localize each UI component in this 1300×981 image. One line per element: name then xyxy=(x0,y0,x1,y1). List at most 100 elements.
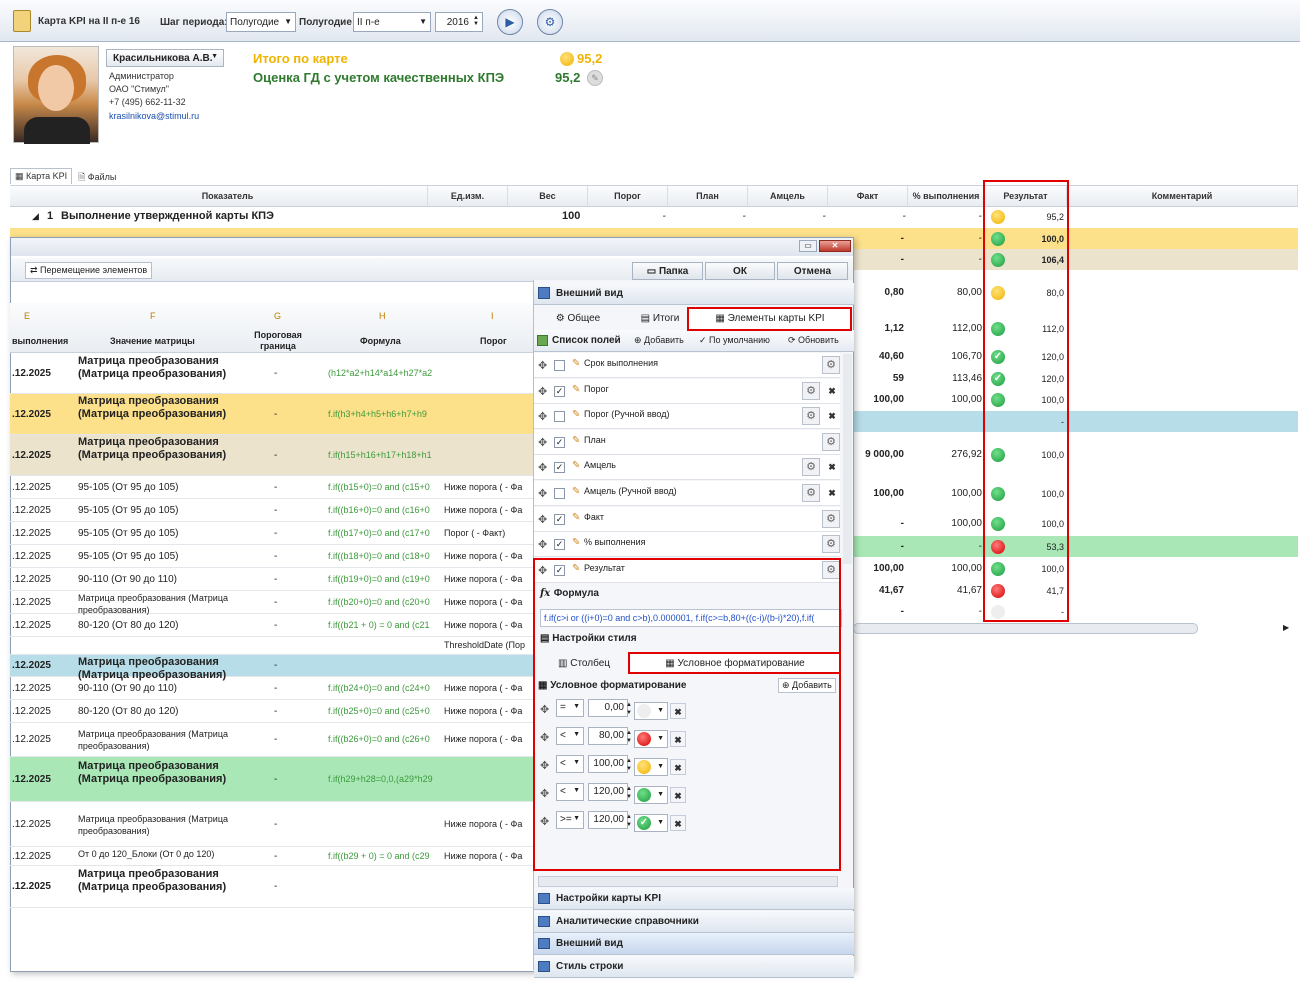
sub-grid-row[interactable]: .12.2025 Матрица преобразования (Матрица … xyxy=(10,435,533,476)
folder-button[interactable]: ▭ Папка xyxy=(632,262,703,280)
cancel-button[interactable]: Отмена xyxy=(777,262,848,280)
drag-handle-icon[interactable]: ✥ xyxy=(538,461,547,474)
field-row[interactable]: ✥ ✓ ✎ Факт ⚙ xyxy=(534,506,840,532)
drag-handle-icon[interactable]: ✥ xyxy=(538,359,547,372)
sub-grid-row[interactable]: .12.2025 90-110 (От 90 до 110) - f.if((b24+… xyxy=(10,677,533,700)
edit-icon[interactable]: ✎ xyxy=(587,70,603,86)
sub-col-header[interactable]: выполнения xyxy=(12,336,68,346)
sub-grid-row[interactable]: .12.2025 Матрица преобразования (Матрица … xyxy=(10,655,533,681)
section-header[interactable]: Аналитические справочники xyxy=(534,910,854,933)
expand-icon[interactable]: ◢ xyxy=(32,211,39,222)
col-header[interactable]: Факт xyxy=(828,186,908,206)
field-row[interactable]: ✥ ✓ ✎% выполнения ⚙ xyxy=(534,532,840,558)
sub-grid-row[interactable]: ThresholdDate (Пор xyxy=(10,637,533,655)
col-header[interactable]: Показатель xyxy=(28,186,428,206)
default-button[interactable]: ✓ По умолчанию xyxy=(699,335,770,346)
tab-kpi-card[interactable]: ▦ Карта KPI xyxy=(10,168,73,184)
tab-files[interactable]: 🗎 Файлы xyxy=(78,170,116,186)
sub-grid-row[interactable]: .12.2025 Матрица преобразования (Матрица … xyxy=(10,591,533,615)
gear-icon[interactable]: ⚙ xyxy=(822,356,840,374)
gear-icon[interactable]: ⚙ xyxy=(822,432,840,451)
visible-checkbox[interactable] xyxy=(554,360,565,371)
user-name-button[interactable]: Красильникова А.В. ▼ xyxy=(106,49,224,67)
col-header[interactable]: Ед.изм. xyxy=(428,186,508,206)
sub-grid-row[interactable]: .12.2025 80-120 (От 80 до 120) - f.if((b25+… xyxy=(10,700,533,723)
section-header[interactable]: Настройки карты KPI xyxy=(534,888,854,910)
section-header[interactable]: Внешний вид xyxy=(534,933,854,955)
field-row[interactable]: ✥ ✎ Амцель (Ручной ввод) ⚙ ✖ xyxy=(534,481,840,506)
visible-checkbox[interactable]: ✓ xyxy=(554,385,565,397)
drag-handle-icon[interactable]: ✥ xyxy=(538,513,547,526)
gear-icon[interactable]: ⚙ xyxy=(802,381,820,400)
sub-grid-row[interactable]: .12.2025 Матрица преобразования (Матрица … xyxy=(10,354,533,394)
sub-col-header[interactable]: Формула xyxy=(360,336,401,346)
sub-grid-row[interactable]: .12.2025 95-105 (От 95 до 105) - f.if((b16+… xyxy=(10,499,533,522)
refresh-button[interactable]: ⟳ Обновить xyxy=(788,335,839,346)
drag-handle-icon[interactable]: ✥ xyxy=(538,410,547,423)
visible-checkbox[interactable]: ✓ xyxy=(554,539,565,551)
sub-grid-row[interactable]: .12.2025 Матрица преобразования (Матрица … xyxy=(10,866,533,908)
sub-grid-row[interactable]: .12.2025 Матрица преобразования (Матрица … xyxy=(10,802,533,847)
remove-icon[interactable]: ✖ xyxy=(824,459,840,475)
remove-icon[interactable]: ✖ xyxy=(824,383,840,399)
main-scrollbar[interactable] xyxy=(853,623,1198,634)
visible-checkbox[interactable] xyxy=(554,488,565,499)
h-scrollbar[interactable] xyxy=(538,876,838,887)
move-elements-button[interactable]: ⇄ Перемещение элементов xyxy=(25,262,153,279)
view-section-header[interactable]: Внешний вид xyxy=(534,283,854,305)
field-row[interactable]: ✥ ✎ Срок выполнения ⚙ xyxy=(534,353,840,378)
drag-handle-icon[interactable]: ✥ xyxy=(538,487,547,500)
fields-scrollbar[interactable] xyxy=(843,354,852,564)
sub-grid-row[interactable]: .12.2025 От 0 до 120_Блоки (От 0 до 120) -… xyxy=(10,847,533,866)
field-row[interactable]: ✥ ✎ Порог (Ручной ввод) ⚙ ✖ xyxy=(534,404,840,430)
sub-col-header[interactable]: Порог xyxy=(480,336,507,346)
field-row[interactable]: ✥ ✓ ✎ План ⚙ xyxy=(534,429,840,455)
gear-icon[interactable]: ⚙ xyxy=(802,484,820,502)
sub-grid-row[interactable]: .12.2025 90-110 (От 90 до 110) - f.if((b19+… xyxy=(10,568,533,591)
drag-handle-icon[interactable]: ✥ xyxy=(538,385,547,398)
col-header[interactable]: % выполнения xyxy=(908,186,985,206)
section-header[interactable]: Стиль строки xyxy=(534,955,854,978)
visible-checkbox[interactable]: ✓ xyxy=(554,462,565,474)
half-combo[interactable]: II п-е ▼ xyxy=(353,12,431,32)
tab-totals[interactable]: ▤ Итоги xyxy=(630,309,690,329)
gear-icon[interactable]: ⚙ xyxy=(802,458,820,477)
settings-button[interactable]: ⚙ xyxy=(537,9,563,35)
close-button[interactable]: ✕ xyxy=(819,240,851,252)
gear-icon[interactable]: ⚙ xyxy=(802,407,820,426)
ok-button[interactable]: ОК xyxy=(705,262,775,280)
remove-icon[interactable]: ✖ xyxy=(824,408,840,424)
visible-checkbox[interactable]: ✓ xyxy=(554,513,565,525)
gear-icon[interactable]: ⚙ xyxy=(822,509,840,528)
field-row[interactable]: ✥ ✓ ✎ Порог ⚙ ✖ xyxy=(534,378,840,404)
sub-grid-row[interactable]: .12.2025 95-105 (От 95 до 105) - f.if((b15+… xyxy=(10,476,533,499)
tab-general[interactable]: ⚙ Общее xyxy=(548,309,608,329)
sub-col-header[interactable]: Значение матрицы xyxy=(110,336,195,346)
visible-checkbox[interactable]: ✓ xyxy=(554,436,565,448)
drag-handle-icon[interactable]: ✥ xyxy=(538,436,547,449)
col-header[interactable]: Вес xyxy=(508,186,588,206)
add-field-button[interactable]: ⊕ Добавить xyxy=(634,335,684,346)
play-button[interactable]: ▶ xyxy=(497,9,523,35)
step-combo[interactable]: Полугодие ▼ xyxy=(226,12,296,32)
sub-grid-row[interactable]: .12.2025 95-105 (От 95 до 105) - f.if((b17+… xyxy=(10,522,533,545)
group-row[interactable]: ◢ 1 Выполнение утвержденной карты КПЭ 10… xyxy=(10,207,1298,228)
sub-grid-row[interactable]: .12.2025 95-105 (От 95 до 105) - f.if((b18+… xyxy=(10,545,533,568)
drag-handle-icon[interactable]: ✥ xyxy=(538,538,547,551)
remove-icon[interactable]: ✖ xyxy=(824,485,840,501)
year-spinner[interactable]: 2016 ▲ ▼ xyxy=(435,12,483,32)
visible-checkbox[interactable] xyxy=(554,411,565,423)
maximize-button[interactable]: ▭ xyxy=(799,240,817,252)
sub-grid-row[interactable]: .12.2025 Матрица преобразования (Матрица … xyxy=(10,394,533,435)
col-header[interactable]: Порог xyxy=(588,186,668,206)
sub-col-header[interactable]: Пороговая граница xyxy=(248,330,308,352)
sub-grid-row[interactable]: .12.2025 Матрица преобразования (Матрица … xyxy=(10,723,533,757)
gear-icon[interactable]: ⚙ xyxy=(822,535,840,554)
col-header[interactable]: Комментарий xyxy=(1067,186,1298,206)
user-email[interactable]: krasilnikova@stimul.ru xyxy=(109,111,199,121)
col-header[interactable]: План xyxy=(668,186,748,206)
sub-grid-row[interactable]: .12.2025 Матрица преобразования (Матрица … xyxy=(10,757,533,802)
col-header[interactable]: Амцель xyxy=(748,186,828,206)
scroll-right-icon[interactable]: ▶ xyxy=(1283,623,1289,632)
sub-grid-row[interactable]: .12.2025 80-120 (От 80 до 120) - f.if((b21 … xyxy=(10,614,533,637)
